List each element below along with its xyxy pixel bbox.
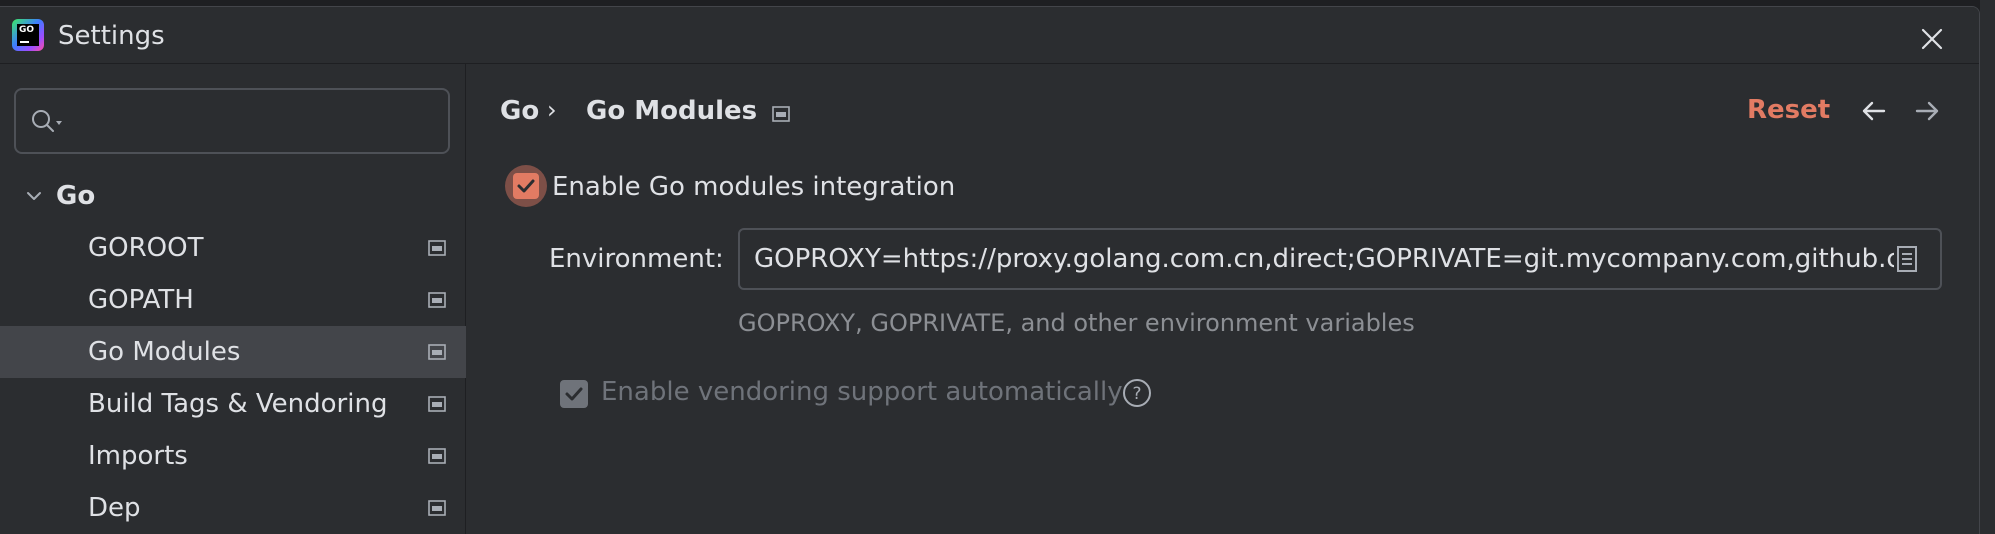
enable-vendoring-label: Enable vendoring support automatically bbox=[601, 377, 1123, 407]
sidebar-item-label: Imports bbox=[88, 441, 188, 471]
project-settings-icon bbox=[428, 396, 446, 412]
enable-go-modules-checkbox[interactable] bbox=[505, 165, 547, 207]
background-panel bbox=[1980, 0, 1995, 534]
forward-button[interactable] bbox=[1910, 94, 1944, 128]
sidebar-item-imports[interactable]: Imports bbox=[0, 430, 466, 482]
title-bar: GO Settings bbox=[0, 7, 1979, 64]
reset-button[interactable]: Reset bbox=[1747, 95, 1830, 125]
page-title: Go Modules bbox=[586, 96, 758, 126]
chevron-down-icon[interactable] bbox=[24, 186, 44, 206]
environment-hint: GOPROXY, GOPRIVATE, and other environmen… bbox=[738, 309, 1415, 337]
browse-icon[interactable] bbox=[1894, 244, 1920, 274]
project-settings-icon bbox=[428, 292, 446, 308]
sidebar-item-gopath[interactable]: GOPATH bbox=[0, 274, 466, 326]
close-icon bbox=[1921, 28, 1943, 50]
checkmark-icon bbox=[517, 179, 535, 193]
settings-search-input[interactable] bbox=[14, 88, 450, 154]
checkmark-icon bbox=[565, 387, 583, 401]
breadcrumb-go[interactable]: Go bbox=[500, 96, 539, 126]
environment-value[interactable]: GOPROXY=https://proxy.golang.com.cn,dire… bbox=[754, 244, 1894, 274]
environment-field[interactable]: GOPROXY=https://proxy.golang.com.cn,dire… bbox=[738, 228, 1942, 290]
window-title: Settings bbox=[58, 21, 165, 51]
project-settings-icon bbox=[772, 106, 790, 122]
sidebar-item-label: GOPATH bbox=[88, 285, 194, 315]
sidebar-item-label: Go Modules bbox=[88, 337, 241, 367]
sidebar-item-label: GOROOT bbox=[88, 233, 204, 263]
enable-go-modules-label[interactable]: Enable Go modules integration bbox=[552, 172, 955, 202]
back-button[interactable] bbox=[1857, 94, 1891, 128]
sidebar-item-goroot[interactable]: GOROOT bbox=[0, 222, 466, 274]
sidebar-item-dep[interactable]: Dep bbox=[0, 482, 466, 534]
sidebar-item-build-tags-vendoring[interactable]: Build Tags & Vendoring bbox=[0, 378, 466, 430]
project-settings-icon bbox=[428, 500, 446, 516]
sidebar-item-go-modules[interactable]: Go Modules bbox=[0, 326, 466, 378]
project-settings-icon bbox=[428, 240, 446, 256]
goland-logo-icon: GO bbox=[12, 19, 44, 51]
tree-group-label: Go bbox=[56, 181, 96, 211]
settings-sidebar: Go GOROOT GOPATH Go Modules Build Tags &… bbox=[0, 64, 466, 534]
breadcrumb-separator: › bbox=[547, 96, 557, 124]
project-settings-icon bbox=[428, 344, 446, 360]
environment-label: Environment: bbox=[549, 244, 724, 274]
settings-dialog: GO Settings Go GOROOT GOPATH Go Modules … bbox=[0, 6, 1980, 534]
sidebar-item-label: Build Tags & Vendoring bbox=[88, 389, 388, 419]
sidebar-item-label: Dep bbox=[88, 493, 141, 523]
search-icon bbox=[32, 110, 62, 132]
help-icon[interactable]: ? bbox=[1121, 377, 1153, 409]
svg-text:?: ? bbox=[1132, 384, 1141, 404]
close-button[interactable] bbox=[1912, 19, 1952, 59]
arrow-right-icon bbox=[1915, 101, 1939, 121]
arrow-left-icon bbox=[1862, 101, 1886, 121]
enable-vendoring-checkbox[interactable] bbox=[560, 380, 588, 408]
project-settings-icon bbox=[428, 448, 446, 464]
settings-content-panel: Go › Go Modules Reset Enable Go modules … bbox=[467, 64, 1979, 534]
tree-group-go[interactable]: Go bbox=[0, 170, 466, 222]
